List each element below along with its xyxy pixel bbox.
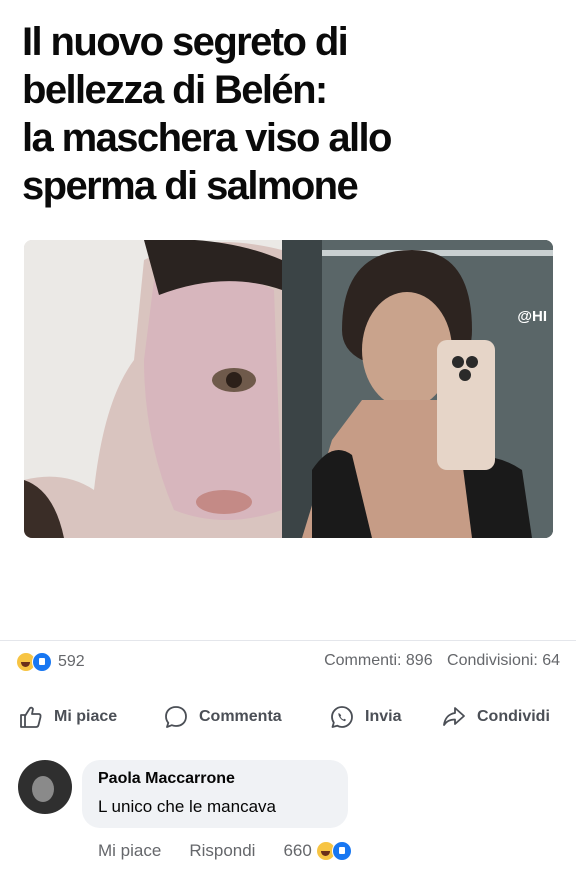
comment-button[interactable]: Commenta [163, 700, 282, 734]
comments-count-link[interactable]: Commenti: 896 [324, 652, 433, 669]
whatsapp-icon [331, 706, 353, 728]
like-reaction-icon [32, 652, 52, 672]
post-action-bar: Mi piace Commenta Invia Condividi [0, 700, 576, 734]
share-arrow-icon [443, 707, 465, 726]
comment-share-counts: Commenti: 896 Condivisioni: 64 [324, 652, 560, 670]
headline-line: Il nuovo segreto di [22, 20, 349, 64]
reactions-summary[interactable]: 592 [16, 652, 85, 672]
reaction-count: 592 [58, 653, 85, 670]
image-watermark: @HI [517, 308, 547, 325]
comment-actions: Mi piace Rispondi 660 [98, 840, 352, 862]
headline-line: sperma di salmone [22, 164, 359, 208]
share-label: Condividi [477, 708, 550, 725]
divider [0, 640, 576, 641]
share-button[interactable]: Condividi [441, 700, 550, 734]
comment-bubble: Paola Maccarrone L unico che le mancava [82, 760, 348, 828]
like-label: Mi piace [54, 708, 118, 725]
face-mask-photo [24, 240, 282, 538]
comment-text: L unico che le mancava [98, 797, 276, 816]
post-headline: Il nuovo segreto di bellezza di Belén: l… [22, 18, 552, 210]
comment-author[interactable]: Paola Maccarrone [98, 770, 235, 788]
headline-line: bellezza di Belén: [22, 68, 328, 112]
send-button[interactable]: Invia [329, 700, 401, 734]
post-stats-bar: 592 Commenti: 896 Condivisioni: 64 [16, 652, 560, 674]
like-reaction-icon [331, 841, 352, 861]
comment-reply-button[interactable]: Rispondi [189, 841, 255, 861]
comment-label: Commenta [199, 708, 282, 725]
comment-bubble-icon [165, 706, 187, 728]
send-label: Invia [365, 708, 402, 725]
like-button[interactable]: Mi piace [18, 700, 117, 734]
headline-line: la maschera viso allo [22, 116, 392, 160]
post-image[interactable]: @HI [24, 240, 553, 538]
comment-reaction-count[interactable]: 660 [283, 841, 311, 861]
thumbs-up-icon [20, 706, 42, 728]
comment-like-button[interactable]: Mi piace [98, 841, 161, 861]
mirror-selfie-photo [282, 240, 553, 538]
commenter-avatar[interactable] [18, 760, 72, 814]
shares-count-link[interactable]: Condivisioni: 64 [447, 652, 560, 669]
